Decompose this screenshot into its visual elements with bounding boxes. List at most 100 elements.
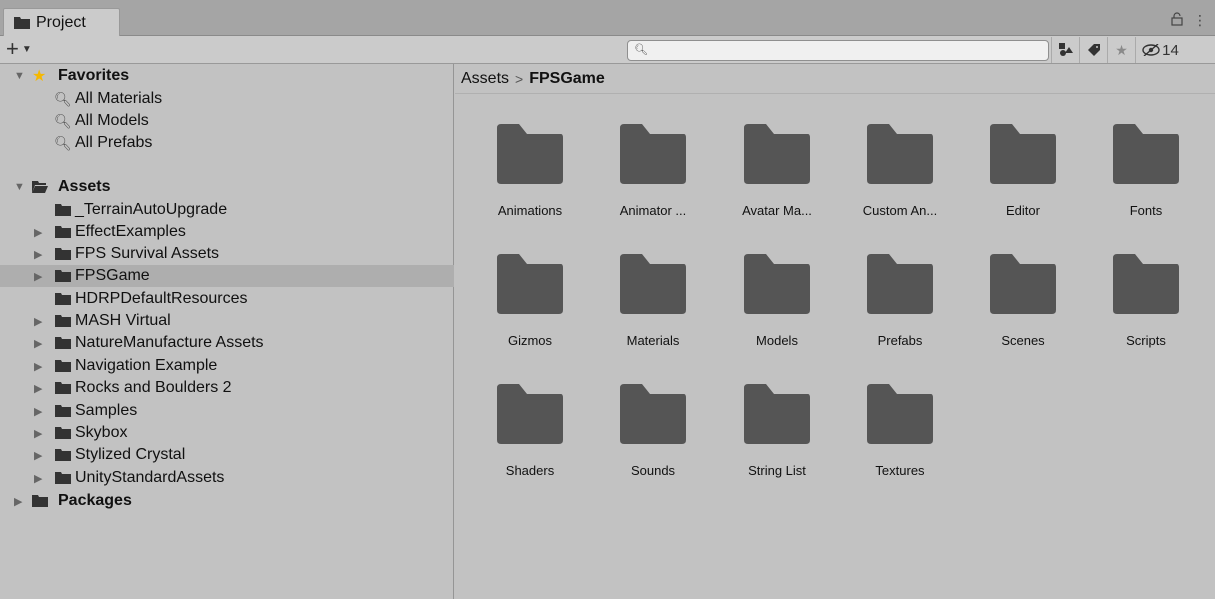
chevron-right-icon[interactable]: ▶ [34,270,42,283]
tree-item-all-materials[interactable]: 🔍︎ All Materials [0,88,454,110]
tree-item-stylized-crystal[interactable]: ▶ Stylized Crystal [0,444,454,466]
tree-item-label: HDRPDefaultResources [75,290,248,307]
chevron-right-icon[interactable]: ▶ [34,315,42,328]
tree-item-label: All Materials [75,90,163,107]
hidden-count: 14 [1162,41,1179,59]
folder-icon [55,204,71,216]
tag-icon [1087,44,1100,56]
folder-item[interactable]: Gizmos [475,254,585,364]
folder-item[interactable]: String List [722,384,832,494]
tree-item-packages[interactable]: ▶ Packages [0,490,454,512]
folder-icon [55,472,71,484]
tree-item-label: Rocks and Boulders 2 [75,379,232,396]
folder-open-icon [32,181,48,193]
tree-item-fps-survival-assets[interactable]: ▶ FPS Survival Assets [0,243,454,265]
chevron-right-icon[interactable]: ▶ [34,337,42,350]
chevron-right-icon[interactable]: ▶ [14,495,22,508]
favorite-button[interactable]: ★ [1107,37,1135,63]
folder-name: Scenes [1001,333,1045,348]
tree-item-fpsgame[interactable]: ▶ FPSGame [0,265,454,287]
tree-item-mash-virtual[interactable]: ▶ MASH Virtual [0,310,454,332]
search-icon: 🔍︎ [54,134,72,151]
chevron-right-icon[interactable]: ▶ [34,449,42,462]
folder-item[interactable]: Editor [968,124,1078,234]
folder-icon [867,124,933,184]
folder-icon [867,384,933,444]
tree-item-samples[interactable]: ▶ Samples [0,400,454,422]
search-by-type-button[interactable] [1051,37,1079,63]
tree-item-skybox[interactable]: ▶ Skybox [0,422,454,444]
lock-icon[interactable] [1171,12,1183,29]
folder-item[interactable]: Scripts [1091,254,1201,364]
folder-icon [32,495,48,507]
folder-item[interactable]: Animations [475,124,585,234]
chevron-down-icon[interactable]: ▼ [14,181,25,193]
tree-item-assets[interactable]: ▼ Assets [0,176,454,198]
eye-slash-icon [1142,44,1160,56]
tree-item-label: MASH Virtual [75,312,171,329]
search-by-label-button[interactable] [1079,37,1107,63]
folder-icon [620,124,686,184]
breadcrumb-current[interactable]: FPSGame [529,70,605,88]
tree-item-label: FPSGame [75,267,150,284]
folder-item[interactable]: Scenes [968,254,1078,364]
folder-item[interactable]: Fonts [1091,124,1201,234]
tree-item-terrainautoupgrade[interactable]: _TerrainAutoUpgrade [0,199,454,221]
tree-item-rocks-and-boulders-2[interactable]: ▶ Rocks and Boulders 2 [0,377,454,399]
chevron-down-icon[interactable]: ▼ [14,70,25,82]
folder-item[interactable]: Avatar Ma... [722,124,832,234]
folder-icon [55,270,71,282]
chevron-right-icon[interactable]: ▶ [34,226,42,239]
tree-item-label: Assets [58,178,111,195]
tab-project[interactable]: Project [3,8,120,36]
hidden-packages-button[interactable]: 14 [1135,37,1185,63]
breadcrumb-root[interactable]: Assets [461,70,509,88]
breadcrumb-separator: > [515,70,524,87]
tree-item-label: _TerrainAutoUpgrade [75,201,228,218]
chevron-right-icon[interactable]: ▶ [34,472,42,485]
folder-name: Custom An... [862,203,938,218]
tree-item-hdrpdefaultresources[interactable]: HDRPDefaultResources [0,288,454,310]
folder-icon [990,254,1056,314]
shapes-icon [1058,43,1073,56]
folder-name: Gizmos [507,333,553,348]
tree-item-label: FPS Survival Assets [75,245,220,262]
folder-icon [55,360,71,372]
chevron-right-icon[interactable]: ▶ [34,360,42,373]
search-icon: 🔍︎ [634,44,648,56]
folder-icon [55,226,71,238]
chevron-right-icon[interactable]: ▶ [34,248,42,261]
create-button[interactable]: + ▼ [6,38,32,60]
tab-bar: Project ⋮ [0,0,1215,36]
tree-item-favorites[interactable]: ▼ ★ Favorites [0,65,454,87]
folder-icon [55,449,71,461]
folder-item[interactable]: Sounds [598,384,708,494]
tree-item-label: Packages [58,492,132,509]
folder-icon [55,427,71,439]
star-icon: ★ [1115,41,1128,58]
folder-item[interactable]: Prefabs [845,254,955,364]
folder-item[interactable]: Shaders [475,384,585,494]
tree-item-unitystandardassets[interactable]: ▶ UnityStandardAssets [0,467,454,489]
folder-item[interactable]: Materials [598,254,708,364]
folder-icon [497,384,563,444]
tree-item-navigation-example[interactable]: ▶ Navigation Example [0,355,454,377]
tree-item-label: Navigation Example [75,357,218,374]
folder-item[interactable]: Animator ... [598,124,708,234]
tree-item-label: EffectExamples [75,223,186,240]
toolbar: + ▼ 🔍︎ ★ 14 [0,36,1215,64]
tree-item-all-models[interactable]: 🔍︎ All Models [0,110,454,132]
tree-item-naturemanufacture-assets[interactable]: ▶ NatureManufacture Assets [0,332,454,354]
chevron-right-icon[interactable]: ▶ [34,427,42,440]
tree-item-all-prefabs[interactable]: 🔍︎ All Prefabs [0,132,454,154]
search-input[interactable]: 🔍︎ [627,40,1049,61]
folder-icon [14,16,30,29]
folder-item[interactable]: Custom An... [845,124,955,234]
tree-item-effectexamples[interactable]: ▶ EffectExamples [0,221,454,243]
kebab-menu-icon[interactable]: ⋮ [1193,12,1207,29]
folder-item[interactable]: Models [722,254,832,364]
folder-item[interactable]: Textures [845,384,955,494]
folder-name: Textures [875,463,925,478]
chevron-right-icon[interactable]: ▶ [34,405,42,418]
chevron-right-icon[interactable]: ▶ [34,382,42,395]
